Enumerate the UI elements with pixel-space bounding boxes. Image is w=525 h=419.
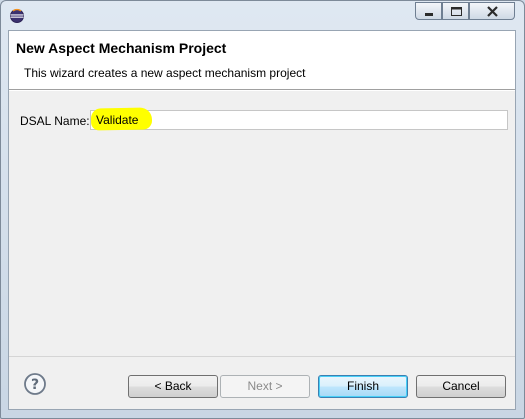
minimize-button[interactable] [415, 2, 442, 20]
close-icon [487, 6, 498, 17]
header-divider [9, 90, 515, 91]
help-icon[interactable]: ? [23, 372, 47, 396]
dsal-name-input[interactable]: Validate [90, 107, 508, 131]
svg-text:?: ? [31, 377, 39, 393]
wizard-body: New Aspect Mechanism Project This wizard… [8, 30, 516, 410]
finish-button[interactable]: Finish [318, 375, 408, 398]
wizard-window: New Aspect Mechanism Project This wizard… [0, 0, 525, 419]
close-button[interactable] [469, 2, 515, 20]
dsal-name-label: DSAL Name: [20, 114, 90, 128]
minimize-icon [425, 13, 433, 16]
eclipse-icon [9, 8, 25, 24]
cancel-button[interactable]: Cancel [416, 375, 506, 398]
maximize-button[interactable] [442, 2, 469, 20]
dsal-name-value: Validate [96, 113, 139, 127]
maximize-icon [451, 7, 462, 16]
next-button[interactable]: Next > [220, 375, 310, 398]
back-button[interactable]: < Back [128, 375, 218, 398]
page-title: New Aspect Mechanism Project [16, 40, 227, 56]
footer-divider [9, 356, 515, 357]
page-description: This wizard creates a new aspect mechani… [24, 66, 306, 80]
wizard-header: New Aspect Mechanism Project This wizard… [9, 31, 515, 90]
title-bar[interactable] [1, 1, 524, 29]
